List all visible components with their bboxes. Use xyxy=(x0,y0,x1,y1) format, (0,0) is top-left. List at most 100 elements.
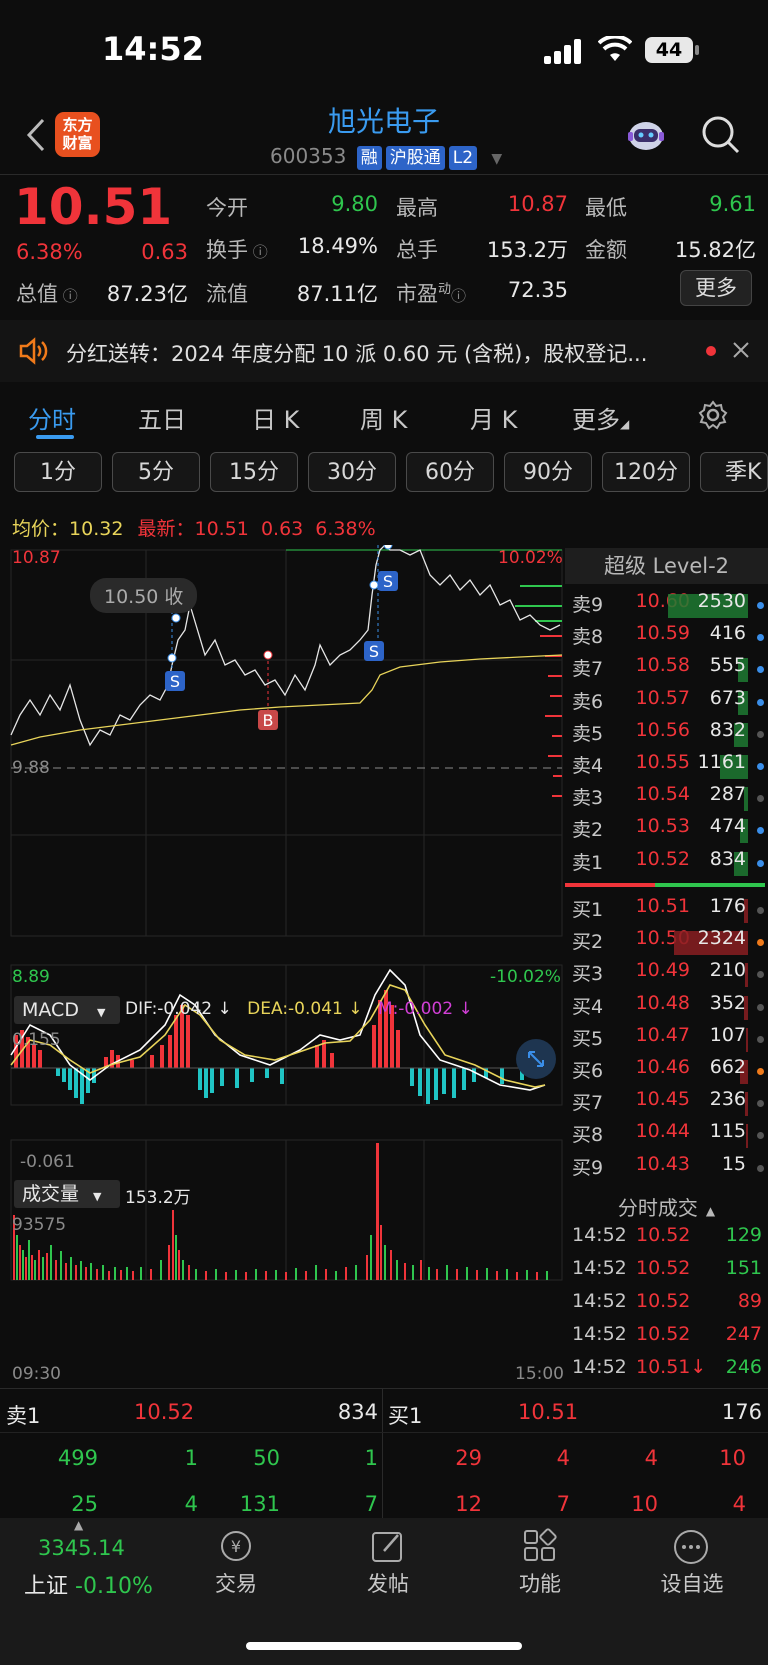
index-row[interactable]: 上证 -0.10% xyxy=(24,1568,153,1600)
tab-five-day[interactable]: 五日 xyxy=(138,400,186,435)
nav-watchlist[interactable]: 设自选 xyxy=(632,1568,752,1598)
index-value[interactable]: 3345.14 xyxy=(38,1536,125,1560)
tab-intraday[interactable]: 分时 xyxy=(28,400,76,435)
battery-level: 44 xyxy=(655,39,683,61)
period-30min[interactable]: 30分 xyxy=(308,452,396,492)
bid-row[interactable]: 买9 10.43 15 xyxy=(572,1153,768,1185)
queue-buy-cell: 4 xyxy=(732,1492,746,1516)
level-qty: 236 xyxy=(709,1088,746,1111)
level-dot xyxy=(757,698,764,706)
ask-row[interactable]: 卖3 10.54 287 xyxy=(572,783,768,815)
turnover-value: 18.49% xyxy=(297,234,378,258)
period-120min[interactable]: 120分 xyxy=(602,452,690,492)
level2-title[interactable]: 超级 Level-2 xyxy=(565,548,768,584)
period-quarter[interactable]: 季K xyxy=(700,452,768,492)
period-5min[interactable]: 5分 xyxy=(112,452,200,492)
bid-row[interactable]: 买5 10.47 107 xyxy=(572,1024,768,1056)
notice-text: 分红送转：2024 年度分配 10 派 0.60 元 (含税)，股权登记... xyxy=(66,342,648,366)
queue-buy-cell: 12 xyxy=(455,1492,482,1516)
ask-row[interactable]: 卖4 10.55 1161 xyxy=(572,751,768,783)
intraday-chart[interactable]: S S B S S xyxy=(0,545,565,1385)
period-60min[interactable]: 60分 xyxy=(406,452,494,492)
bid-row[interactable]: 买3 10.49 210 xyxy=(572,959,768,991)
ask-row[interactable]: 卖1 10.52 834 xyxy=(572,848,768,880)
stock-code-row: 600353 融沪股通 L2 ▼ xyxy=(270,144,502,170)
ticks-title[interactable]: 分时成交 ▲ xyxy=(565,1192,768,1221)
macd-min: -0.061 xyxy=(20,1152,75,1172)
float-value-label: 流值 xyxy=(206,282,248,306)
tab-indicator xyxy=(36,435,74,439)
tab-weekly-k[interactable]: 周 K xyxy=(360,400,407,435)
close-bubble: 10.50 收 xyxy=(90,578,198,613)
level-qty: 474 xyxy=(709,815,746,838)
period-90min[interactable]: 90分 xyxy=(504,452,592,492)
gear-icon[interactable] xyxy=(698,400,728,434)
volume-selector[interactable]: 成交量 ▼ xyxy=(14,1180,120,1208)
period-1min[interactable]: 1分 xyxy=(14,452,102,492)
ask-row[interactable]: 卖8 10.59 416 xyxy=(572,622,768,654)
tab-more[interactable]: 更多◢ xyxy=(572,400,629,435)
trade-icon[interactable]: ¥ xyxy=(214,1528,258,1568)
bid-row[interactable]: 买8 10.44 115 xyxy=(572,1120,768,1152)
info-icon: ⓘ xyxy=(451,287,467,305)
level-qty: 287 xyxy=(709,783,746,806)
robot-icon[interactable] xyxy=(624,114,668,162)
level-price: 10.54 xyxy=(635,783,690,806)
ask-row[interactable]: 卖7 10.58 555 xyxy=(572,654,768,686)
expand-icon[interactable] xyxy=(516,1039,556,1079)
queue-sell-cell: 131 xyxy=(239,1492,280,1516)
ask-row[interactable]: 卖6 10.57 673 xyxy=(572,687,768,719)
volume-value: 153.2万 xyxy=(486,238,568,262)
ask-row[interactable]: 卖2 10.53 474 xyxy=(572,815,768,847)
nav-functions[interactable]: 功能 xyxy=(480,1568,600,1598)
volume-bars xyxy=(13,1143,548,1280)
level-price: 10.44 xyxy=(635,1120,690,1143)
ask-row[interactable]: 卖9 10.60 2530 xyxy=(572,590,768,622)
amount-label: 金额 xyxy=(585,238,627,262)
level-dot xyxy=(757,939,764,947)
more-button[interactable]: 更多 xyxy=(680,270,752,306)
tick-time: 14:52 xyxy=(572,1224,627,1246)
grid-icon[interactable] xyxy=(522,1528,558,1568)
chart-low-label: 8.89 xyxy=(12,967,50,987)
nav-trade[interactable]: 交易 xyxy=(176,1568,296,1598)
chart-high-label: 10.87 xyxy=(12,548,61,568)
macd-selector[interactable]: MACD ▼ xyxy=(14,996,120,1024)
period-15min[interactable]: 15分 xyxy=(210,452,298,492)
level-qty: 107 xyxy=(709,1023,746,1046)
queue-buy-cell: 29 xyxy=(455,1446,482,1470)
queue-buy-cell: 4 xyxy=(556,1446,570,1470)
stock-code: 600353 xyxy=(270,144,347,168)
level-qty: 834 xyxy=(709,847,746,870)
level-qty: 176 xyxy=(709,895,746,917)
nav-post[interactable]: 发帖 xyxy=(328,1568,448,1598)
volume-label: 总手 xyxy=(396,238,438,262)
level-label: 买4 xyxy=(572,995,604,1018)
level-label: 卖4 xyxy=(572,755,604,777)
float-value: 87.11亿 xyxy=(296,282,378,306)
close-icon[interactable] xyxy=(732,341,750,363)
edit-icon[interactable] xyxy=(370,1528,406,1568)
tab-daily-k[interactable]: 日 K xyxy=(252,400,299,435)
level-label: 卖3 xyxy=(572,787,604,810)
tab-monthly-k[interactable]: 月 K xyxy=(470,400,517,435)
bid-row[interactable]: 买4 10.48 352 xyxy=(572,992,768,1024)
bid-row[interactable]: 买1 10.51 176 xyxy=(572,895,768,927)
more-icon[interactable] xyxy=(672,1528,710,1570)
total-value-label: 总值 ⓘ xyxy=(16,282,78,306)
last-label: 最新： xyxy=(137,518,195,540)
ticks-title-text: 分时成交 xyxy=(617,1196,698,1220)
bid-row[interactable]: 买6 10.46 662 xyxy=(572,1056,768,1088)
search-icon[interactable] xyxy=(700,114,742,160)
chevron-down-icon[interactable]: ▼ xyxy=(491,151,502,167)
level-bar xyxy=(746,1027,748,1052)
level-qty: 1161 xyxy=(697,751,746,773)
ask-row[interactable]: 卖5 10.56 832 xyxy=(572,719,768,751)
bid-row[interactable]: 买7 10.45 236 xyxy=(572,1088,768,1120)
level-qty: 832 xyxy=(709,718,746,741)
bid-row[interactable]: 买2 10.50 2324 xyxy=(572,927,768,959)
tick-price: 10.52 xyxy=(636,1224,691,1246)
svg-text:S: S xyxy=(170,672,180,691)
level-label: 买7 xyxy=(572,1092,604,1115)
svg-text:B: B xyxy=(263,711,274,730)
